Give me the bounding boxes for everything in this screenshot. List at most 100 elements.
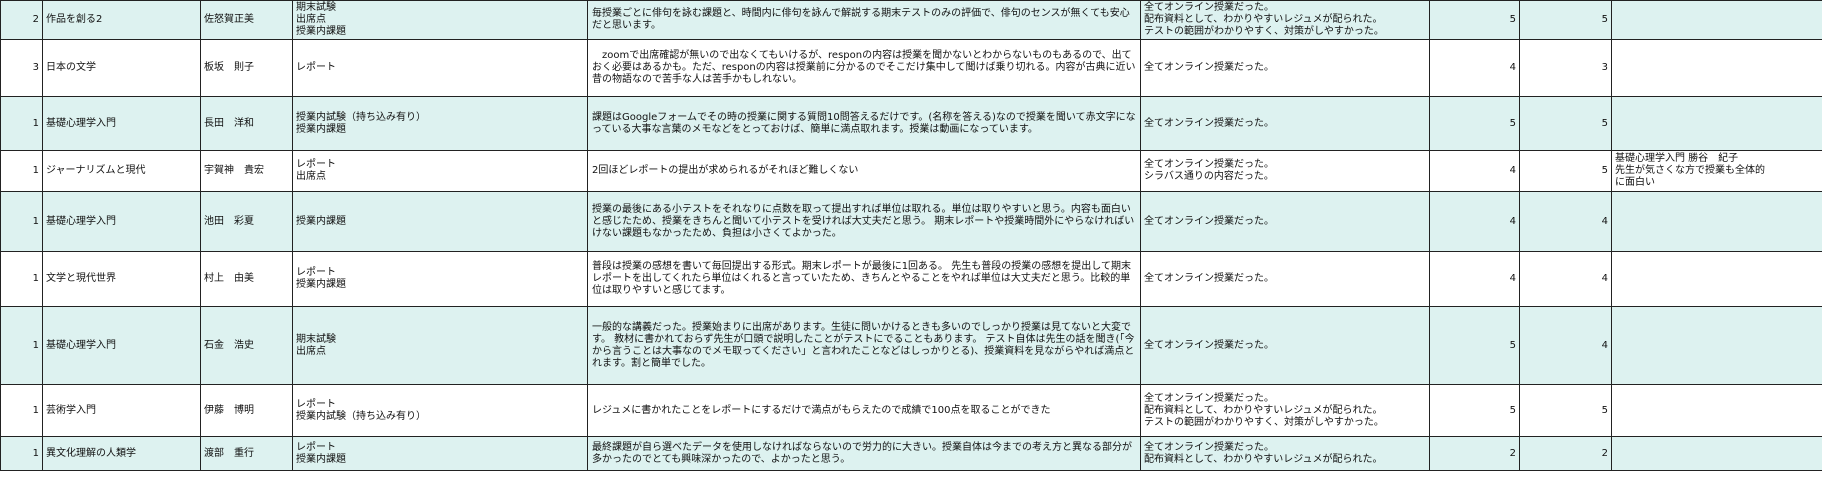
table-row: 1 基礎心理学入門 石金 浩史 期末試験 出席点 一般的な講義だった。授業始まりに出席があ… [0, 306, 1822, 385]
score1-cell[interactable]: 4 [1429, 150, 1520, 192]
course-name-cell[interactable]: 基礎心理学入門 [42, 306, 201, 385]
evaluation-cell-line: 授業内課題 [296, 123, 346, 135]
score2-cell[interactable]: 4 [1519, 251, 1612, 307]
score1-cell[interactable]: 5 [1429, 384, 1520, 437]
evaluation-cell[interactable]: 期末試験 出席点 [292, 306, 588, 385]
row-number-cell[interactable]: 1 [0, 384, 43, 437]
comment-cell[interactable]: 一般的な講義だった。授業始まりに出席があります。生徒に問いかけるときも多いのでし… [587, 306, 1141, 385]
course-name-cell[interactable]: 文学と現代世界 [42, 251, 201, 307]
row-number-cell[interactable]: 1 [0, 251, 43, 307]
extra-comment-cell[interactable] [1611, 306, 1822, 385]
table-row: 1 基礎心理学入門 長田 洋和 授業内試験（持ち込み有り） 授業内課題 課題はGoogle… [0, 96, 1822, 151]
score1-cell[interactable]: 5 [1429, 306, 1520, 385]
class-format-cell-line: 配布資料として、わかりやすいレジュメが配られた。 [1144, 14, 1383, 25]
comment-cell[interactable]: 課題はGoogleフォームでその時の授業に関する質問10問答えるだけです。(名称… [587, 96, 1141, 151]
evaluation-cell[interactable]: レポート 授業内課題 [292, 436, 588, 471]
row-number-cell[interactable]: 2 [0, 0, 43, 40]
extra-comment-cell[interactable]: 基礎心理学入門 勝谷 紀子 先生が気さくな方で授業も全体的 に面白い [1611, 150, 1822, 192]
score1-cell[interactable]: 5 [1429, 96, 1520, 151]
class-format-cell[interactable]: 全てオンライン授業だった。 配布資料として、わかりやすいレジュメが配られた。 [1140, 436, 1430, 471]
extra-comment-cell[interactable] [1611, 0, 1822, 40]
score2-cell[interactable]: 3 [1519, 39, 1612, 97]
comment-cell[interactable]: 毎授業ごとに俳句を詠む課題と、時間内に俳句を詠んで解説する期末テストのみの評価で… [587, 0, 1141, 40]
teacher-cell[interactable]: 板坂 則子 [200, 39, 293, 97]
class-format-cell[interactable]: 全てオンライン授業だった。 配布資料として、わかりやすいレジュメが配られた。 テスト… [1140, 0, 1430, 40]
evaluation-cell-line: レポート [296, 267, 336, 278]
evaluation-cell[interactable]: レポート 授業内試験（持ち込み有り） [292, 384, 588, 437]
course-name-cell[interactable]: 芸術学入門 [42, 384, 201, 437]
score2-cell[interactable]: 5 [1519, 96, 1612, 151]
evaluation-cell[interactable]: レポート [292, 39, 588, 97]
extra-comment-cell-line: に面白い [1615, 177, 1655, 188]
course-name-cell[interactable]: 異文化理解の人類学 [42, 436, 201, 471]
score2-cell[interactable]: 2 [1519, 436, 1612, 471]
row-number-cell[interactable]: 1 [0, 150, 43, 192]
comment-cell[interactable]: レジュメに書かれたことをレポートにするだけで満点がもらえたので成績で100点を取… [587, 384, 1141, 437]
course-name-cell[interactable]: 日本の文学 [42, 39, 201, 97]
extra-comment-cell[interactable] [1611, 96, 1822, 151]
score2-cell[interactable]: 5 [1519, 150, 1612, 192]
class-format-cell-line: 全てオンライン授業だった。 [1144, 441, 1274, 453]
score1-cell[interactable]: 2 [1429, 436, 1520, 471]
score1-cell[interactable]: 5 [1429, 0, 1520, 40]
row-number-cell[interactable]: 1 [0, 191, 43, 252]
score2-cell[interactable]: 4 [1519, 306, 1612, 385]
class-format-cell-line: 全てオンライン授業だった。 [1144, 273, 1274, 284]
row-number-cell[interactable]: 1 [0, 436, 43, 471]
score2-cell[interactable]: 5 [1519, 0, 1612, 40]
course-name-cell[interactable]: 基礎心理学入門 [42, 96, 201, 151]
evaluation-cell-line: レポート [296, 159, 336, 170]
class-format-cell[interactable]: 全てオンライン授業だった。 配布資料として、わかりやすいレジュメが配られた。 テスト… [1140, 384, 1430, 437]
course-name-cell[interactable]: 作品を創る2 [42, 0, 201, 40]
comment-cell[interactable]: 最終課題が自ら選べたデータを使用しなければならないので労力的に大きい。授業自体は… [587, 436, 1141, 471]
evaluation-cell[interactable]: レポート 授業内課題 [292, 251, 588, 307]
table-row: 1 基礎心理学入門 池田 彩夏 授業内課題 授業の最後にある小テストをそれなりに点数を取… [0, 191, 1822, 252]
evaluation-cell-line: 授業内課題 [296, 26, 346, 37]
comment-cell[interactable]: 授業の最後にある小テストをそれなりに点数を取って提出すれば単位は取れる。単位は取… [587, 191, 1141, 252]
score2-cell[interactable]: 4 [1519, 191, 1612, 252]
class-format-cell-line: 全てオンライン授業だった。 [1144, 215, 1274, 227]
course-review-table: 2 作品を創る2 佐怒賀正美 期末試験 出席点 授業内課題 毎授業ごとに俳句を詠む課題と、時… [0, 0, 1822, 471]
class-format-cell[interactable]: 全てオンライン授業だった。 [1140, 39, 1430, 97]
class-format-cell[interactable]: 全てオンライン授業だった。 [1140, 306, 1430, 385]
class-format-cell-line: 配布資料として、わかりやすいレジュメが配られた。 [1144, 404, 1383, 416]
extra-comment-cell[interactable] [1611, 39, 1822, 97]
class-format-cell-line: シラバス通りの内容だった。 [1144, 171, 1274, 182]
teacher-cell[interactable]: 村上 由美 [200, 251, 293, 307]
teacher-cell[interactable]: 長田 洋和 [200, 96, 293, 151]
score2-cell[interactable]: 5 [1519, 384, 1612, 437]
comment-cell[interactable]: 2回ほどレポートの提出が求められるがそれほど難しくない [587, 150, 1141, 192]
score1-cell[interactable]: 4 [1429, 251, 1520, 307]
extra-comment-cell[interactable] [1611, 191, 1822, 252]
evaluation-cell[interactable]: 期末試験 出席点 授業内課題 [292, 0, 588, 40]
teacher-cell[interactable]: 佐怒賀正美 [200, 0, 293, 40]
extra-comment-cell-line: 先生が気さくな方で授業も全体的 [1615, 165, 1765, 176]
evaluation-cell[interactable]: 授業内試験（持ち込み有り） 授業内課題 [292, 96, 588, 151]
row-number-cell[interactable]: 1 [0, 306, 43, 385]
teacher-cell[interactable]: 石金 浩史 [200, 306, 293, 385]
score1-cell[interactable]: 4 [1429, 39, 1520, 97]
class-format-cell[interactable]: 全てオンライン授業だった。 [1140, 191, 1430, 252]
class-format-cell[interactable]: 全てオンライン授業だった。 シラバス通りの内容だった。 [1140, 150, 1430, 192]
class-format-cell[interactable]: 全てオンライン授業だった。 [1140, 251, 1430, 307]
comment-cell[interactable]: 普段は授業の感想を書いて毎回提出する形式。期末レポートが最後に1回ある。 先生も… [587, 251, 1141, 307]
extra-comment-cell[interactable] [1611, 384, 1822, 437]
course-name-cell[interactable]: 基礎心理学入門 [42, 191, 201, 252]
teacher-cell[interactable]: 宇賀神 貴宏 [200, 150, 293, 192]
teacher-cell[interactable]: 渡部 重行 [200, 436, 293, 471]
extra-comment-cell[interactable] [1611, 436, 1822, 471]
course-name-cell[interactable]: ジャーナリズムと現代 [42, 150, 201, 192]
evaluation-cell-line: 授業内課題 [296, 215, 346, 227]
evaluation-cell-line: 出席点 [296, 345, 326, 357]
comment-cell[interactable]: zoomで出席確認が無いので出なくてもいけるが、responの内容は授業を聞かな… [587, 39, 1141, 97]
class-format-cell[interactable]: 全てオンライン授業だった。 [1140, 96, 1430, 151]
row-number-cell[interactable]: 1 [0, 96, 43, 151]
teacher-cell[interactable]: 伊藤 博明 [200, 384, 293, 437]
extra-comment-cell[interactable] [1611, 251, 1822, 307]
evaluation-cell[interactable]: 授業内課題 [292, 191, 588, 252]
teacher-cell[interactable]: 池田 彩夏 [200, 191, 293, 252]
class-format-cell-line: 全てオンライン授業だった。 [1144, 117, 1274, 129]
row-number-cell[interactable]: 3 [0, 39, 43, 97]
score1-cell[interactable]: 4 [1429, 191, 1520, 252]
evaluation-cell[interactable]: レポート 出席点 [292, 150, 588, 192]
